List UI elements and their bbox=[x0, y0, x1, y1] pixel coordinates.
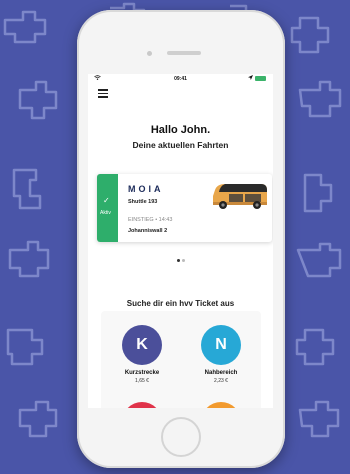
ride-status-label: Aktiv bbox=[100, 210, 111, 216]
location-arrow-icon bbox=[248, 75, 253, 82]
carousel-dot-active[interactable] bbox=[176, 259, 180, 262]
carousel-dots bbox=[88, 249, 273, 267]
ride-status-stub: ✓ Aktiv bbox=[97, 174, 118, 242]
greeting-title: Hallo John. bbox=[150, 124, 211, 136]
pickup-stop: Johanniswall 2 bbox=[128, 228, 168, 234]
ticket-nahbereich[interactable]: N Nahbereich 2,23 € bbox=[191, 325, 251, 384]
ticket-price: 1,65 € bbox=[135, 378, 149, 384]
active-ride-card[interactable]: ✓ Aktiv MOIA Shuttle 193 EINSTIEG • 14:4… bbox=[97, 174, 272, 242]
ticket-name: Nahbereich bbox=[204, 370, 238, 376]
shuttle-van-icon bbox=[213, 184, 267, 209]
shuttle-number: Shuttle 193 bbox=[128, 199, 158, 205]
ticket-price: 2,23 € bbox=[214, 378, 228, 384]
tickets-panel: K Kurzstrecke 1,65 € N Nahbereich 2,23 € bbox=[101, 311, 261, 408]
ticket-letter-badge: N bbox=[201, 325, 241, 365]
carousel-dot[interactable] bbox=[181, 259, 185, 262]
moia-logo: MOIA bbox=[128, 184, 164, 194]
rides-subtitle: Deine aktuellen Fahrten bbox=[132, 140, 229, 150]
status-time: 09:41 bbox=[174, 76, 187, 82]
check-icon: ✓ bbox=[103, 196, 110, 205]
ticket-kurzstrecke[interactable]: K Kurzstrecke 1,65 € bbox=[112, 325, 172, 384]
ticket-partial-orange[interactable] bbox=[201, 402, 241, 408]
phone-frame: 09:41 Hallo John. Deine aktuellen Fahrte… bbox=[77, 10, 285, 468]
hamburger-menu-icon[interactable] bbox=[98, 89, 108, 98]
battery-icon bbox=[255, 76, 266, 81]
app-screen: 09:41 Hallo John. Deine aktuellen Fahrte… bbox=[88, 74, 273, 408]
status-bar: 09:41 bbox=[88, 74, 273, 84]
ticket-name: Kurzstrecke bbox=[124, 370, 160, 376]
front-camera bbox=[147, 51, 152, 56]
home-button[interactable] bbox=[161, 417, 201, 457]
pickup-time: EINSTIEG • 14:43 bbox=[128, 217, 173, 223]
ticket-partial-red[interactable] bbox=[122, 402, 162, 408]
ticket-section-title: Suche dir ein hvv Ticket aus bbox=[126, 299, 235, 308]
earpiece-speaker bbox=[167, 51, 201, 55]
ticket-letter-badge: K bbox=[122, 325, 162, 365]
